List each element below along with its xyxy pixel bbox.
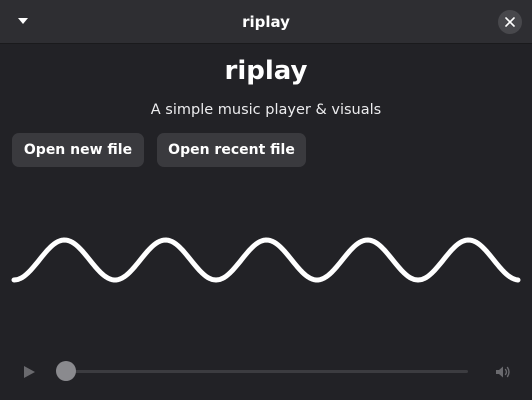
menu-button[interactable] xyxy=(8,6,38,36)
seek-handle[interactable] xyxy=(56,361,76,381)
close-button[interactable] xyxy=(498,10,522,34)
app-subtitle: A simple music player & visuals xyxy=(150,102,382,118)
play-icon xyxy=(24,366,35,378)
play-button[interactable] xyxy=(18,361,40,383)
close-icon xyxy=(505,17,515,27)
waveform-visualizer xyxy=(11,237,521,283)
header-bar: riplay xyxy=(0,0,532,44)
seek-bar[interactable] xyxy=(66,370,468,373)
waveform-line xyxy=(11,237,521,283)
volume-button[interactable] xyxy=(492,361,514,383)
app-heading: riplay xyxy=(224,56,308,86)
player-controls xyxy=(0,352,532,392)
open-new-file-button[interactable]: Open new file xyxy=(12,133,144,167)
volume-icon xyxy=(496,366,510,378)
app-window: riplay riplay A simple music player & vi… xyxy=(0,0,532,400)
window-title: riplay xyxy=(242,13,290,31)
open-recent-file-button[interactable]: Open recent file xyxy=(157,133,306,167)
chevron-down-icon xyxy=(18,18,28,24)
